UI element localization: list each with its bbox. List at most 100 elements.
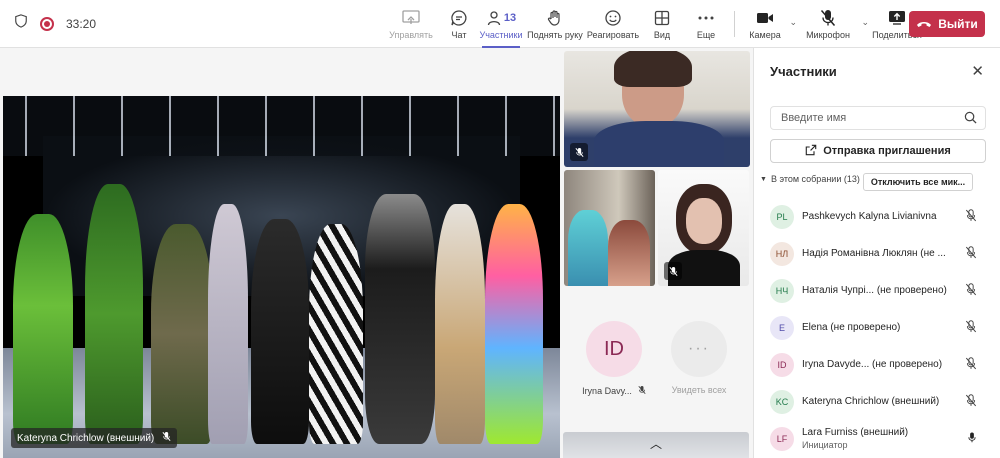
participants-label: Участники: [479, 29, 523, 40]
see-everyone-label: Увидеть всех: [671, 385, 727, 395]
more-label: Еще: [696, 29, 716, 40]
participant-name: Lara Furniss (внешний): [802, 427, 909, 438]
mic-off-icon: [664, 262, 682, 280]
avatar: НЛ: [770, 241, 794, 266]
runway-model: [208, 204, 248, 444]
runway-model: [251, 219, 309, 444]
share-link-icon: [805, 144, 817, 159]
mic-off-icon: [965, 320, 977, 338]
chat-button[interactable]: Чат: [440, 0, 478, 48]
runway-model: [365, 194, 435, 444]
chevron-down-icon[interactable]: ⌄: [789, 17, 797, 28]
runway-model: [151, 224, 213, 444]
close-icon[interactable]: ✕: [971, 62, 984, 80]
raise-hand-label: Поднять руку: [527, 29, 583, 40]
runway-model: [485, 204, 543, 444]
see-everyone-tile[interactable]: ··· Увидеть всех: [664, 321, 734, 395]
participant-row[interactable]: НЧ Наталія Чупрі... (не проверено): [754, 272, 1000, 309]
chat-label: Чат: [451, 29, 467, 40]
mic-off-icon: [965, 209, 977, 227]
more-button[interactable]: Еще: [684, 0, 728, 48]
raise-hand-icon: [545, 8, 565, 28]
runway-model: [13, 214, 73, 444]
more-icon: [696, 8, 716, 28]
meeting-toolbar: 33:20 Управлять Чат 13 Участники Поднять…: [0, 0, 1000, 48]
chevron-down-icon[interactable]: ⌄: [861, 17, 869, 28]
participant-row[interactable]: НЛ Надія Романівна Люклян (не ...: [754, 235, 1000, 272]
runway-model: [309, 224, 363, 444]
mic-off-icon: [162, 431, 171, 445]
shield-icon: [14, 14, 28, 33]
mic-off-icon: [570, 143, 588, 161]
microphone-button[interactable]: Микрофон ⌄: [799, 0, 869, 48]
avatar: LF: [770, 426, 794, 451]
participant-video-tile[interactable]: [564, 170, 655, 286]
camera-label: Камера: [749, 29, 781, 40]
react-button[interactable]: Реагировать: [586, 0, 640, 48]
camera-icon: [755, 8, 775, 28]
participants-panel: Участники ✕ Отправка приглашения ▼ В это…: [753, 48, 1000, 458]
microphone-label: Микрофон: [806, 29, 850, 40]
mic-off-icon: [965, 357, 977, 375]
participant-tile-label: Iryna Davy...: [582, 385, 646, 397]
send-invite-label: Отправка приглашения: [823, 145, 951, 157]
participants-button[interactable]: 13 Участники: [478, 0, 524, 48]
participant-row[interactable]: PL Pashkevych Kalyna Livianivna: [754, 198, 1000, 235]
mic-off-icon: [638, 385, 646, 397]
presenter-name: Kateryna Chrichlow (внешний): [17, 432, 155, 444]
section-header[interactable]: ▼ В этом собрании (13): [760, 174, 860, 184]
mute-all-button[interactable]: Отключить все мик...: [863, 173, 973, 191]
participant-row[interactable]: ID Iryna Davyde... (не проверено): [754, 346, 1000, 383]
participant-name: Kateryna Chrichlow (внешний): [802, 396, 940, 407]
grid-icon: [652, 8, 672, 28]
avatar: ID: [770, 352, 794, 377]
share-screen-icon: [401, 8, 421, 28]
panel-title: Участники: [770, 64, 837, 79]
participant-body: [594, 121, 724, 167]
view-button[interactable]: Вид: [640, 0, 684, 48]
hang-up-icon: [916, 17, 932, 31]
participant-row[interactable]: KC Kateryna Chrichlow (внешний): [754, 383, 1000, 420]
leave-button[interactable]: Выйти: [909, 11, 985, 37]
participant-face: [686, 198, 722, 244]
participant-video-tile[interactable]: [658, 170, 749, 286]
participant-tile-name: Iryna Davy...: [582, 386, 632, 396]
send-invite-button[interactable]: Отправка приглашения: [770, 139, 986, 163]
mic-on-icon: [967, 431, 977, 449]
camera-button[interactable]: Камера ⌄: [745, 0, 797, 48]
participant-row[interactable]: E Elena (не проверено): [754, 309, 1000, 346]
toolbar-actions: Управлять Чат 13 Участники Поднять руку: [382, 0, 923, 48]
people-icon: 13: [483, 8, 519, 28]
avatar: KC: [770, 389, 794, 414]
search-icon[interactable]: [964, 111, 977, 129]
presenter-name-tag: Kateryna Chrichlow (внешний): [11, 428, 178, 448]
participant-name: Pashkevych Kalyna Livianivna: [802, 211, 937, 222]
raise-hand-button[interactable]: Поднять руку: [524, 0, 586, 48]
chat-icon: [449, 8, 469, 28]
participant-avatar-tile[interactable]: ID Iryna Davy...: [576, 321, 652, 397]
share-control-button[interactable]: Управлять: [382, 0, 440, 48]
mic-off-icon: [965, 283, 977, 301]
stage-lights: [3, 96, 560, 156]
search-input[interactable]: [781, 112, 951, 124]
runway-model: [85, 184, 143, 444]
participants-count: 13: [503, 11, 517, 24]
participant-name: Надія Романівна Люклян (не ...: [802, 248, 946, 259]
chevron-down-icon: ▼: [760, 175, 767, 183]
search-box: [770, 106, 986, 130]
leave-label: Выйти: [938, 17, 978, 31]
avatar: ID: [586, 321, 642, 377]
participant-person: [608, 220, 650, 286]
more-icon: ···: [671, 321, 727, 377]
react-label: Реагировать: [586, 29, 640, 40]
meeting-stage: Kateryna Chrichlow (внешний) ID Iryna Da…: [0, 49, 753, 458]
toolbar-divider: [734, 10, 735, 37]
participant-person: [568, 210, 608, 286]
participant-row[interactable]: LF Lara Furniss (внешний) Инициатор: [754, 420, 1000, 457]
participant-role: Инициатор: [802, 440, 848, 450]
participant-video-tile[interactable]: [564, 51, 750, 167]
meeting-status: 33:20: [0, 14, 380, 33]
chevron-up-icon[interactable]: ︿: [650, 435, 662, 452]
screen-share-view[interactable]: Kateryna Chrichlow (внешний): [3, 96, 560, 458]
participant-hair: [614, 51, 692, 87]
